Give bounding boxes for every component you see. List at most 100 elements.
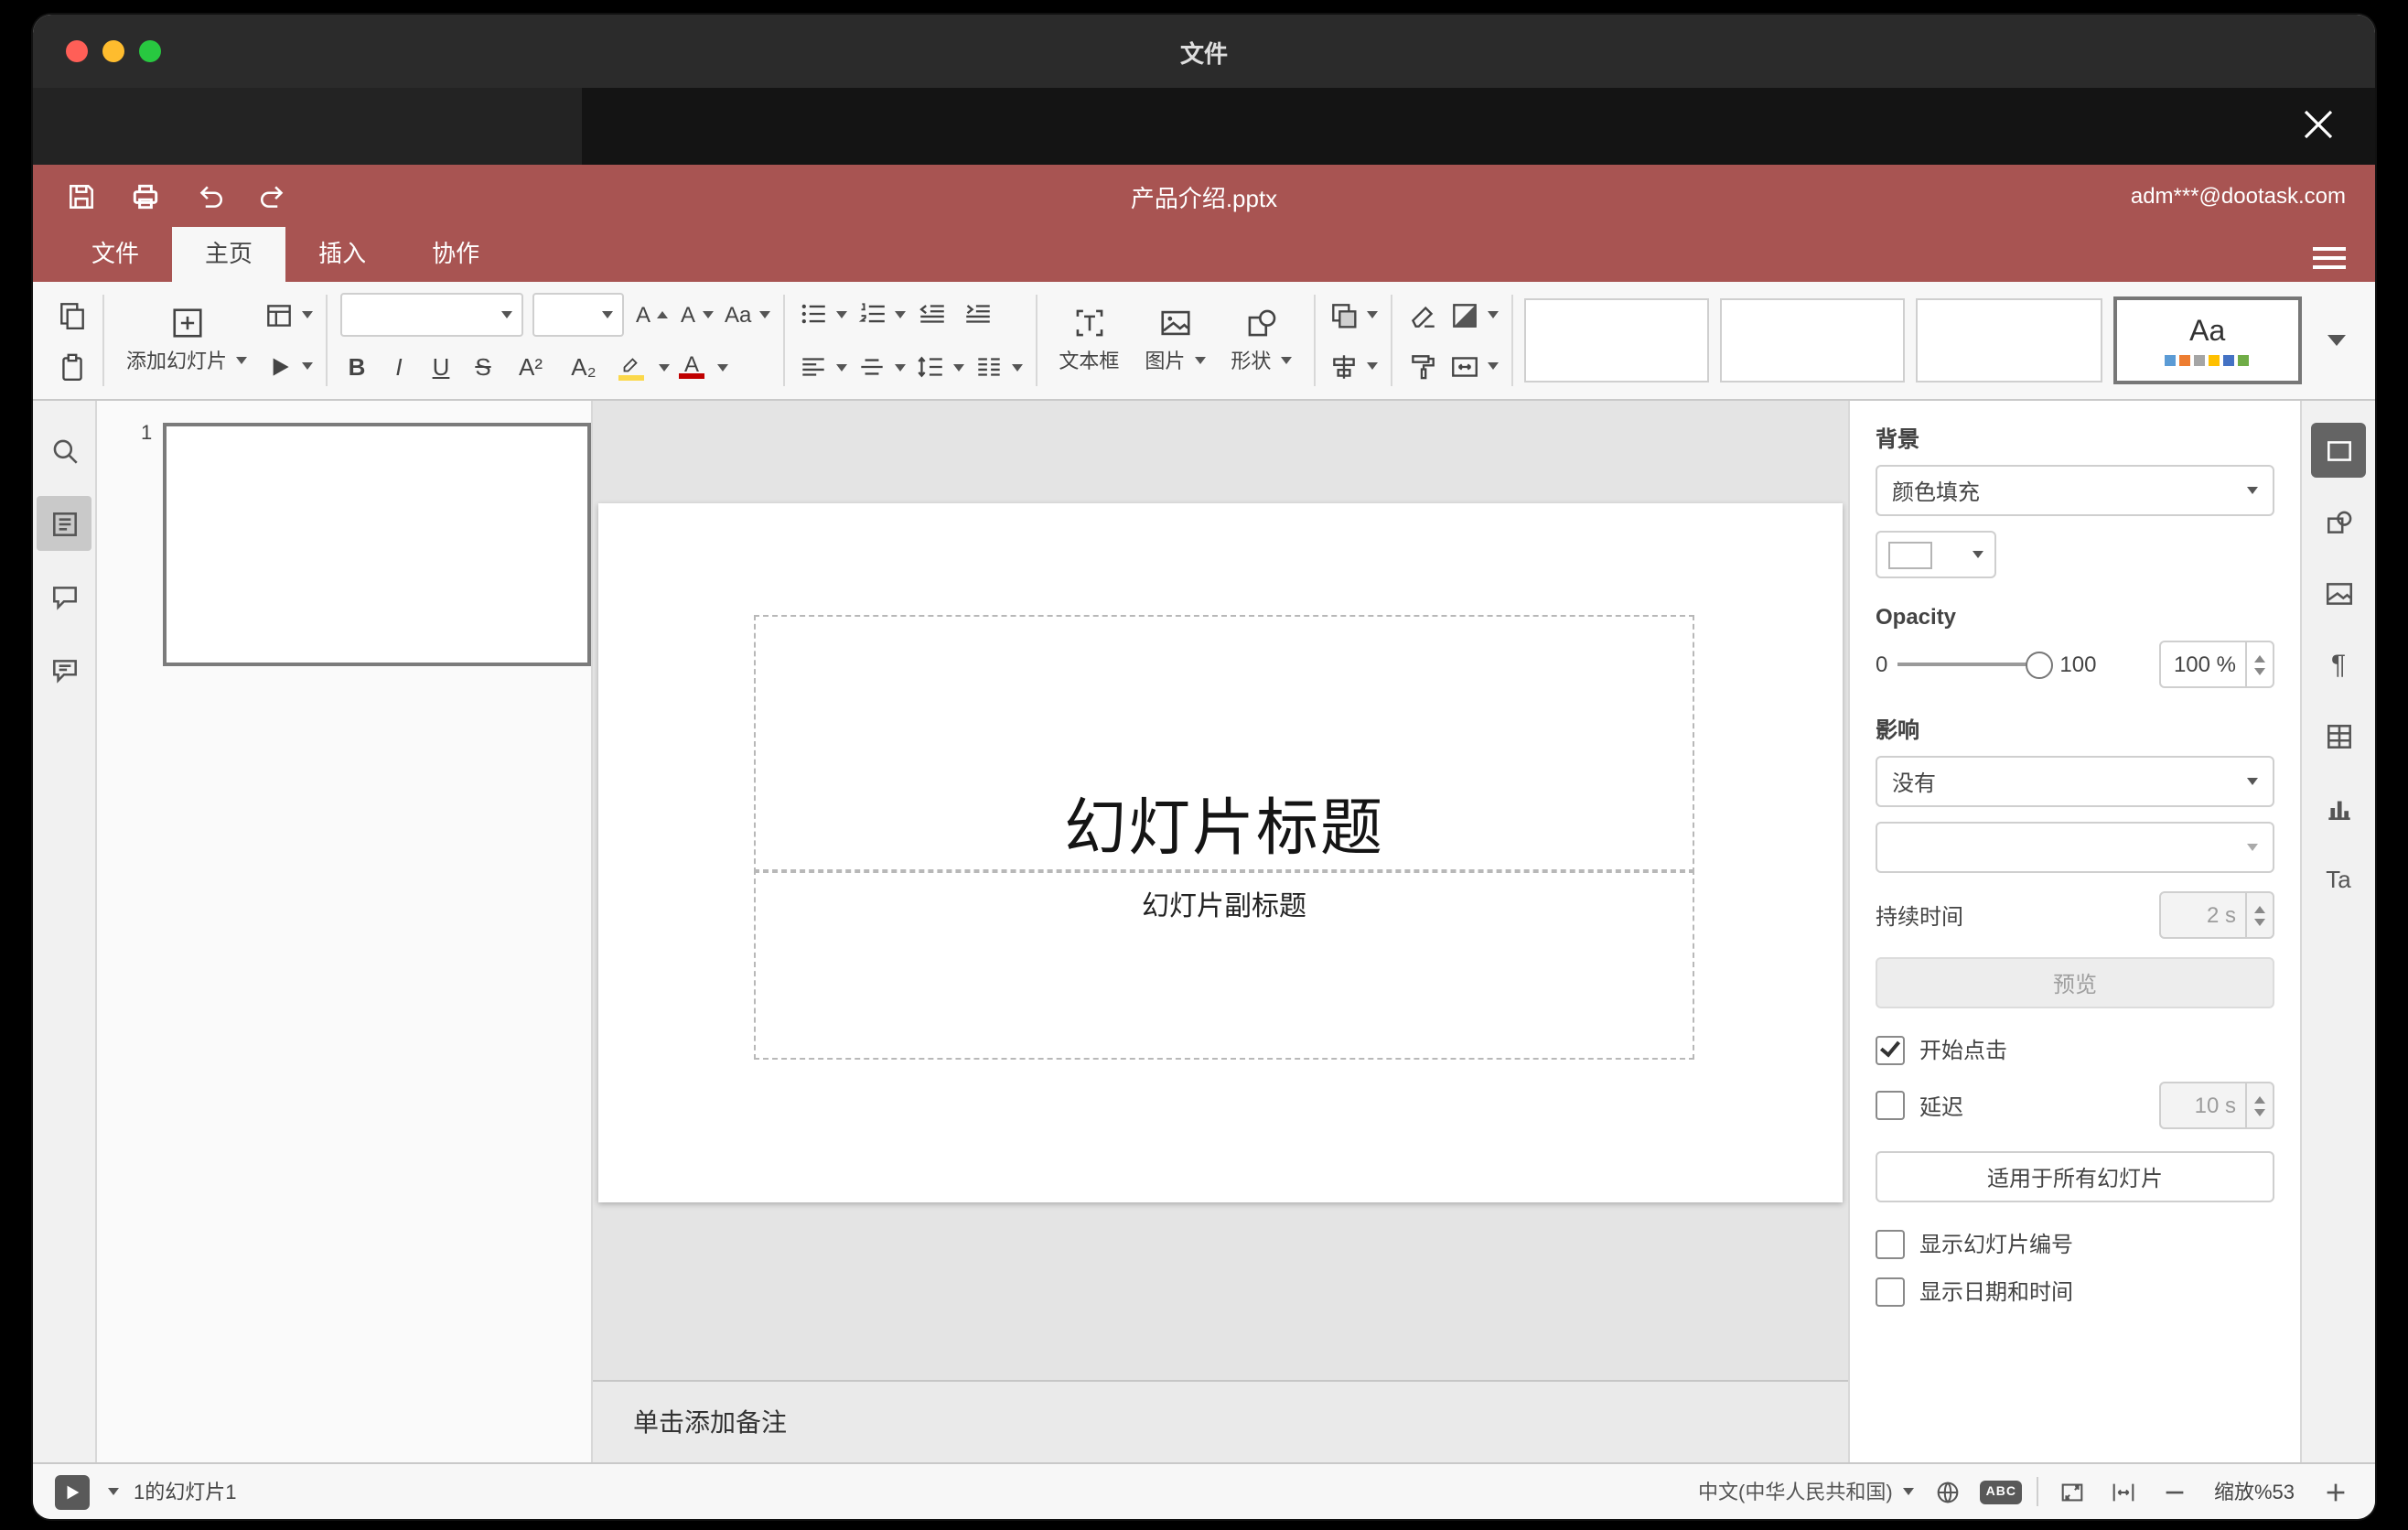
fill-type-select[interactable]: 颜色填充 xyxy=(1876,465,2274,516)
insert-image-button[interactable]: 图片 xyxy=(1135,291,1214,390)
font-color-chevron[interactable] xyxy=(717,363,728,371)
delay-spinner[interactable]: 10 s xyxy=(2159,1082,2274,1129)
theme-tile-3[interactable] xyxy=(1916,298,2102,382)
slide[interactable]: 幻灯片标题 幻灯片副标题 xyxy=(598,503,1843,1202)
italic-button[interactable]: I xyxy=(382,353,415,381)
chart-settings-icon[interactable] xyxy=(2311,780,2366,835)
spellcheck-icon[interactable]: ABC xyxy=(1980,1480,2022,1503)
fit-to-width-icon[interactable] xyxy=(2104,1473,2141,1510)
show-slide-number-checkbox[interactable] xyxy=(1876,1229,1905,1258)
slide-thumbnail[interactable] xyxy=(163,423,591,666)
shape-chevron[interactable] xyxy=(1280,357,1292,364)
tab-insert[interactable]: 插入 xyxy=(285,227,399,282)
bullets-button[interactable] xyxy=(797,292,847,336)
effect-variant-select[interactable] xyxy=(1876,822,2274,873)
columns-button[interactable] xyxy=(973,345,1023,389)
add-slide-chevron[interactable] xyxy=(236,357,247,364)
slideshow-chevron[interactable] xyxy=(108,1488,119,1495)
preview-button[interactable]: 预览 xyxy=(1876,957,2274,1008)
numbering-button[interactable] xyxy=(855,292,906,336)
copy-style-icon[interactable] xyxy=(1404,344,1441,388)
font-size-select[interactable] xyxy=(532,292,624,336)
zoom-in-icon[interactable] xyxy=(2317,1473,2353,1510)
tab-home[interactable]: 主页 xyxy=(172,227,286,282)
status-bar: 1的幻灯片1 中文(中华人民共和国) ABC 缩放%53 xyxy=(33,1462,2375,1519)
slide-settings-icon[interactable] xyxy=(2311,423,2366,478)
minimize-traffic-light[interactable] xyxy=(102,40,124,62)
decrease-font-icon[interactable]: A xyxy=(679,292,715,336)
align-shape-button[interactable] xyxy=(1328,344,1378,388)
insert-shape-button[interactable]: 形状 xyxy=(1221,291,1300,390)
highlight-color-icon[interactable] xyxy=(615,353,646,381)
fill-color-button[interactable] xyxy=(1448,293,1499,337)
globe-icon[interactable] xyxy=(1930,1473,1966,1510)
arrange-shape-button[interactable] xyxy=(1328,293,1378,337)
subtitle-placeholder[interactable]: 幻灯片副标题 xyxy=(754,869,1694,1060)
print-icon[interactable] xyxy=(126,178,163,214)
fullscreen-traffic-light[interactable] xyxy=(139,40,161,62)
slide-canvas[interactable]: 幻灯片标题 幻灯片副标题 xyxy=(593,401,1848,1380)
increase-indent-icon[interactable] xyxy=(960,292,996,336)
opacity-slider[interactable] xyxy=(1897,652,2053,679)
language-selector[interactable]: 中文(中华人民共和国) xyxy=(1698,1477,1915,1506)
save-icon[interactable] xyxy=(62,178,99,214)
close-icon[interactable] xyxy=(2302,108,2335,141)
paragraph-settings-icon[interactable]: ¶ xyxy=(2311,637,2366,692)
change-case-button[interactable]: Aa xyxy=(725,292,770,336)
opacity-slider-knob[interactable] xyxy=(2025,652,2053,679)
theme-tile-2[interactable] xyxy=(1720,298,1906,382)
horizontal-align-button[interactable] xyxy=(797,345,847,389)
search-icon[interactable] xyxy=(37,423,91,478)
fill-color-select[interactable] xyxy=(1876,531,1996,578)
start-on-click-checkbox[interactable] xyxy=(1876,1035,1905,1064)
fit-to-slide-icon[interactable] xyxy=(2053,1473,2090,1510)
tab-file[interactable]: 文件 xyxy=(59,227,172,282)
start-slideshow-toolbar-button[interactable] xyxy=(263,344,313,388)
notes-area[interactable]: 单击添加备注 xyxy=(593,1380,1848,1462)
theme-tile-selected[interactable]: Aa xyxy=(2112,296,2302,384)
image-chevron[interactable] xyxy=(1194,357,1206,364)
subscript-button[interactable]: A₂ xyxy=(562,353,606,381)
decrease-indent-icon[interactable] xyxy=(914,292,951,336)
comments-icon[interactable] xyxy=(37,569,91,624)
opacity-spinner[interactable]: 100 % xyxy=(2159,641,2274,688)
insert-textbox-button[interactable]: 文本框 xyxy=(1049,291,1128,390)
line-spacing-button[interactable] xyxy=(914,345,964,389)
strikethrough-button[interactable]: S xyxy=(467,353,500,381)
font-color-icon[interactable]: A xyxy=(679,353,704,379)
theme-tile-1[interactable] xyxy=(1523,298,1710,382)
menu-icon[interactable] xyxy=(2313,242,2346,275)
slides-panel-icon[interactable] xyxy=(37,496,91,551)
underline-button[interactable]: U xyxy=(425,353,457,381)
superscript-button[interactable]: A² xyxy=(509,353,553,381)
tab-collaboration[interactable]: 协作 xyxy=(399,227,512,282)
bold-button[interactable]: B xyxy=(340,353,373,381)
change-layout-button[interactable] xyxy=(263,293,313,337)
zoom-out-icon[interactable] xyxy=(2155,1473,2192,1510)
delay-checkbox[interactable] xyxy=(1876,1091,1905,1120)
add-slide-button[interactable]: 添加幻灯片 xyxy=(117,291,256,390)
table-settings-icon[interactable] xyxy=(2311,708,2366,763)
effect-select[interactable]: 没有 xyxy=(1876,756,2274,807)
image-settings-icon[interactable] xyxy=(2311,566,2366,620)
slide-size-button[interactable] xyxy=(1448,344,1499,388)
start-slideshow-icon[interactable] xyxy=(55,1474,90,1509)
vertical-align-button[interactable] xyxy=(855,345,906,389)
clear-style-icon[interactable] xyxy=(1404,293,1441,337)
title-placeholder[interactable]: 幻灯片标题 xyxy=(754,615,1694,873)
shape-settings-icon[interactable] xyxy=(2311,494,2366,549)
duration-spinner[interactable]: 2 s xyxy=(2159,891,2274,939)
show-date-time-checkbox[interactable] xyxy=(1876,1277,1905,1306)
font-name-select[interactable] xyxy=(340,292,523,336)
close-traffic-light[interactable] xyxy=(66,40,88,62)
textart-settings-icon[interactable]: Ta xyxy=(2311,851,2366,906)
theme-gallery-expand-chevron[interactable] xyxy=(2313,300,2357,381)
paste-button[interactable] xyxy=(53,344,90,388)
increase-font-icon[interactable]: A xyxy=(633,292,670,336)
highlight-color-chevron[interactable] xyxy=(659,363,670,371)
undo-icon[interactable] xyxy=(190,178,227,214)
copy-button[interactable] xyxy=(53,293,90,337)
redo-icon[interactable] xyxy=(254,178,291,214)
feedback-chat-icon[interactable] xyxy=(37,642,91,697)
apply-to-all-button[interactable]: 适用于所有幻灯片 xyxy=(1876,1151,2274,1202)
